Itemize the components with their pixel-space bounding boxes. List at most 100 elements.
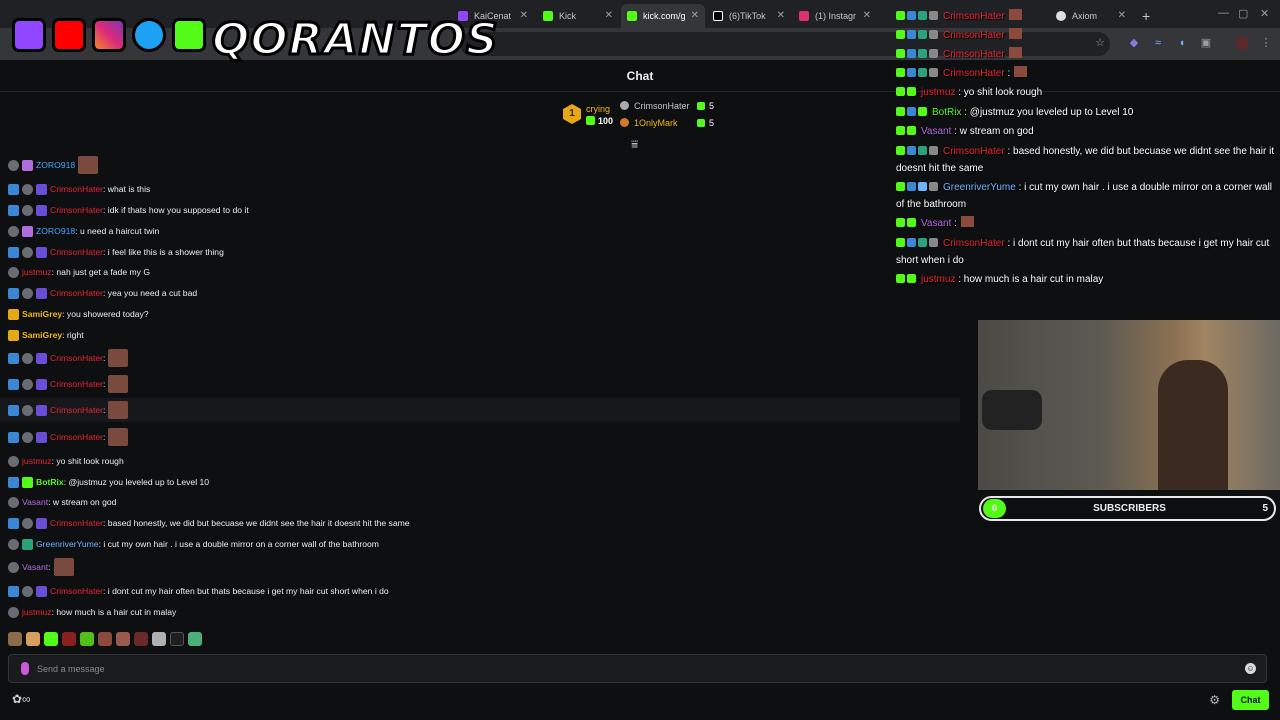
chat-username[interactable]: CrimsonHater <box>50 184 103 194</box>
emote-icon[interactable] <box>80 632 94 646</box>
overlay-badge-icon <box>918 238 927 247</box>
overlay-badge-icon <box>896 49 905 58</box>
overlay-badge-icon <box>918 107 927 116</box>
chat-username[interactable]: CrimsonHater <box>50 405 103 415</box>
overlay-username: CrimsonHater <box>943 11 1005 22</box>
overlay-badge-icon <box>929 146 938 155</box>
emote-icon[interactable] <box>116 632 130 646</box>
chat-message-text: : nah just get a fade my G <box>51 267 151 277</box>
chat-message-text: : idk if thats how you supposed to do it <box>103 205 249 215</box>
close-tab-icon[interactable]: ✕ <box>520 10 528 21</box>
emote-icon[interactable] <box>152 632 166 646</box>
chat-badge-icon <box>8 287 19 299</box>
emote-icon <box>1008 47 1022 58</box>
chat-message-text: : <box>103 379 106 389</box>
chat-badge-icon <box>8 308 19 320</box>
chat-username[interactable]: CrimsonHater <box>50 205 103 215</box>
chat-username[interactable]: ZORO918 <box>36 160 75 170</box>
chat-message: GreenriverYume: i cut my own hair . i us… <box>8 536 379 552</box>
browser-tab-instagram[interactable]: (1) Instagr ✕ <box>793 4 877 28</box>
chat-badge-icon <box>22 476 33 488</box>
browser-tab-kick-active[interactable]: kick.com/g ✕ <box>621 4 705 28</box>
emote-icon[interactable] <box>98 632 112 646</box>
emote-icon <box>108 375 129 393</box>
emote-icon <box>53 558 74 576</box>
emoji-picker-icon[interactable]: ☺ <box>1245 663 1256 674</box>
chat-username[interactable]: CrimsonHater <box>50 288 103 298</box>
chat-username[interactable]: Vasant <box>22 562 48 572</box>
chat-badge-icon <box>8 204 19 216</box>
overlay-badge-icon <box>896 107 905 116</box>
leader-third-name[interactable]: 1OnlyMark <box>634 118 678 128</box>
chat-message: CrimsonHater: <box>8 375 129 393</box>
chat-badge-icon <box>8 266 19 278</box>
overlay-chat-message: GreenriverYume : i cut my own hair . i u… <box>896 179 1280 213</box>
chat-badge-icon <box>8 329 19 341</box>
overlay-chat-message: justmuz : yo shit look rough <box>896 84 1280 101</box>
streamer-name-logo: QORANTOS <box>211 13 500 67</box>
close-tab-icon[interactable]: ✕ <box>777 10 785 21</box>
chat-badge-icon <box>22 538 33 550</box>
emote-icon[interactable] <box>26 632 40 646</box>
chat-message: CrimsonHater: based honestly, we did but… <box>8 515 410 531</box>
leader-first-name[interactable]: crying <box>586 104 610 114</box>
overlay-username: justmuz <box>921 274 956 285</box>
leader-second-name[interactable]: CrimsonHater <box>634 101 690 111</box>
chat-message: CrimsonHater: what is this <box>8 181 150 197</box>
overlay-message-text: : yo shit look rough <box>955 87 1043 98</box>
close-tab-icon[interactable]: ✕ <box>691 10 699 21</box>
chat-message-text: : u need a haircut twin <box>75 226 160 236</box>
chat-badge-icon <box>8 225 19 237</box>
emote-icon[interactable] <box>134 632 148 646</box>
overlay-badge-icon <box>918 68 927 77</box>
emote-icon[interactable] <box>44 632 58 646</box>
chat-username[interactable]: justmuz <box>22 456 52 466</box>
chat-badge-icon <box>8 246 19 258</box>
rank-one-badge-icon: 1 <box>563 104 581 124</box>
chat-username[interactable]: CrimsonHater <box>50 379 103 389</box>
chat-username[interactable]: SamiGrey <box>22 330 62 340</box>
close-tab-icon[interactable]: ✕ <box>605 10 613 21</box>
chat-username[interactable]: CrimsonHater <box>50 353 103 363</box>
browser-tab-kick[interactable]: Kick ✕ <box>537 4 619 28</box>
chat-badge-icon <box>8 159 19 171</box>
chat-send-button[interactable]: Chat <box>1232 690 1269 710</box>
chat-username[interactable]: Vasant <box>22 497 48 507</box>
emote-icon <box>108 401 129 419</box>
overlay-badge-icon <box>896 11 905 20</box>
emote-icon[interactable] <box>8 632 22 646</box>
overlay-badge-icon <box>907 87 916 96</box>
twitch-icon <box>12 18 46 52</box>
settings-gear-icon[interactable]: ⚙ <box>1209 693 1220 707</box>
close-tab-icon[interactable]: ✕ <box>863 10 871 21</box>
chat-username[interactable]: GreenriverYume <box>36 539 99 549</box>
overlay-chat-message: Vasant : w stream on god <box>896 123 1280 140</box>
chat-message-text: : i cut my own hair . i use a double mir… <box>98 539 379 549</box>
chat-username[interactable]: BotRix <box>36 477 64 487</box>
overlay-badge-icon <box>929 49 938 58</box>
chat-username[interactable]: justmuz <box>22 267 52 277</box>
emote-icon[interactable] <box>170 632 184 646</box>
microphone-icon[interactable] <box>21 662 29 675</box>
chat-username[interactable]: CrimsonHater <box>50 432 103 442</box>
emote-icon[interactable] <box>62 632 76 646</box>
chat-username[interactable]: SamiGrey <box>22 309 62 319</box>
send-message-input[interactable] <box>37 660 1227 678</box>
chat-username[interactable]: justmuz <box>22 607 52 617</box>
emote-icon[interactable] <box>188 632 202 646</box>
kick-favicon-icon <box>543 11 553 21</box>
overlay-badge-icon <box>907 30 916 39</box>
chat-message-text: : right <box>62 330 84 340</box>
chat-username[interactable]: CrimsonHater <box>50 518 103 528</box>
collapse-leaderboard-icon[interactable]: ⩸ <box>631 137 638 152</box>
youtube-icon <box>52 18 86 52</box>
chat-username[interactable]: ZORO918 <box>36 226 75 236</box>
overlay-badge-icon <box>929 68 938 77</box>
browser-tab-tiktok[interactable]: (6)TikTok ✕ <box>707 4 791 28</box>
overlay-badge-icon <box>896 274 905 283</box>
overlay-badge-icon <box>929 30 938 39</box>
points-infinity-icon[interactable]: ✿∞ <box>12 692 31 706</box>
chat-username[interactable]: CrimsonHater <box>50 247 103 257</box>
chat-username[interactable]: CrimsonHater <box>50 586 103 596</box>
chat-message-text: : what is this <box>103 184 151 194</box>
